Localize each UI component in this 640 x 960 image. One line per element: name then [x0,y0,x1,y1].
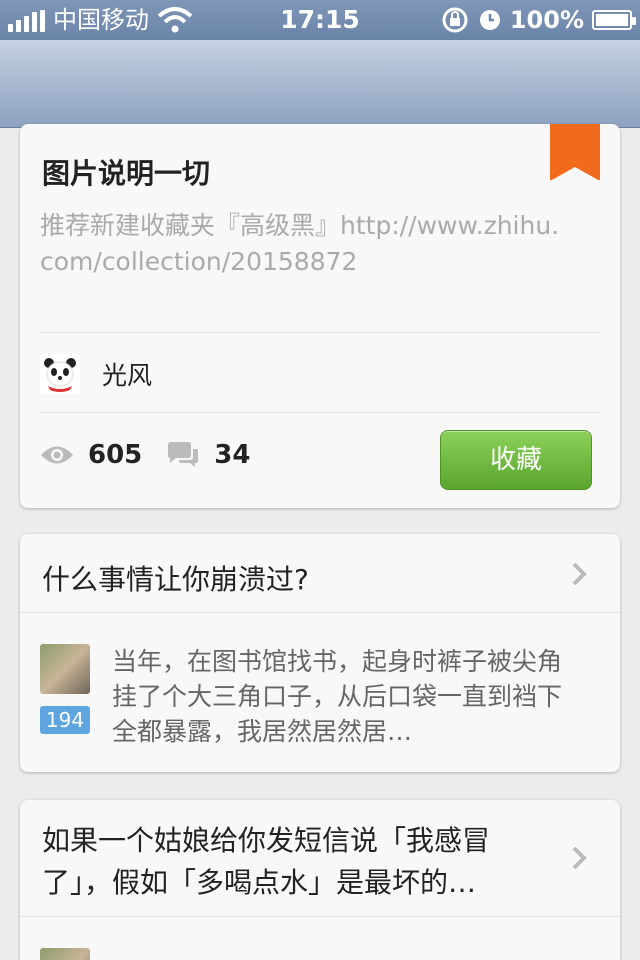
owner-name: 光风 [102,361,153,390]
comment-icon [168,442,199,467]
feed-card[interactable]: 什么事情让你崩溃过? 194 当年，在图书馆找书，起身时裤子被尖角挂了个大三角口… [20,534,620,772]
divider [40,412,600,413]
avatar[interactable] [40,644,90,694]
collection-title: 图片说明一切 [42,157,211,190]
alarm-icon [479,10,500,30]
comment-count: 34 [214,440,251,470]
divider [20,612,620,613]
collection-owner[interactable]: 光风 [40,354,152,394]
avatar [40,354,80,394]
question-title[interactable]: 什么事情让你崩溃过? [42,558,309,598]
battery-percent: 100% [509,6,584,34]
collection-card: 图片说明一切 推荐新建收藏夹『高级黑』http://www.zhihu.com/… [20,124,620,508]
view-count: 605 [88,440,143,470]
answer-excerpt[interactable]: 当年，在图书馆找书，起身时裤子被尖角挂了个大三角口子，从后口袋一直到裆下全都暴露… [112,644,582,749]
battery-icon [592,10,636,30]
eye-icon [41,446,73,464]
status-bar: 中国移动 17:15 100% [0,0,640,40]
divider [20,916,620,917]
rotation-lock-icon [442,7,468,33]
question-title[interactable]: 如果一个姑娘给你发短信说「我感冒了」，假如「多喝点水」是最坏的… [42,820,542,904]
chevron-right-icon [572,562,587,586]
chevron-right-icon [572,846,587,870]
collection-description: 推荐新建收藏夹『高级黑』http://www.zhihu.com/collect… [40,211,560,276]
avatar[interactable] [40,948,90,960]
vote-count-badge: 194 [40,706,90,734]
navigation-bar [0,40,640,128]
feed-card[interactable]: 如果一个姑娘给你发短信说「我感冒了」，假如「多喝点水」是最坏的… [20,800,620,960]
collection-stats: 605 34 [40,440,274,470]
bookmark-icon[interactable] [550,124,600,181]
collect-button[interactable]: 收藏 [440,430,592,490]
divider [40,332,600,333]
